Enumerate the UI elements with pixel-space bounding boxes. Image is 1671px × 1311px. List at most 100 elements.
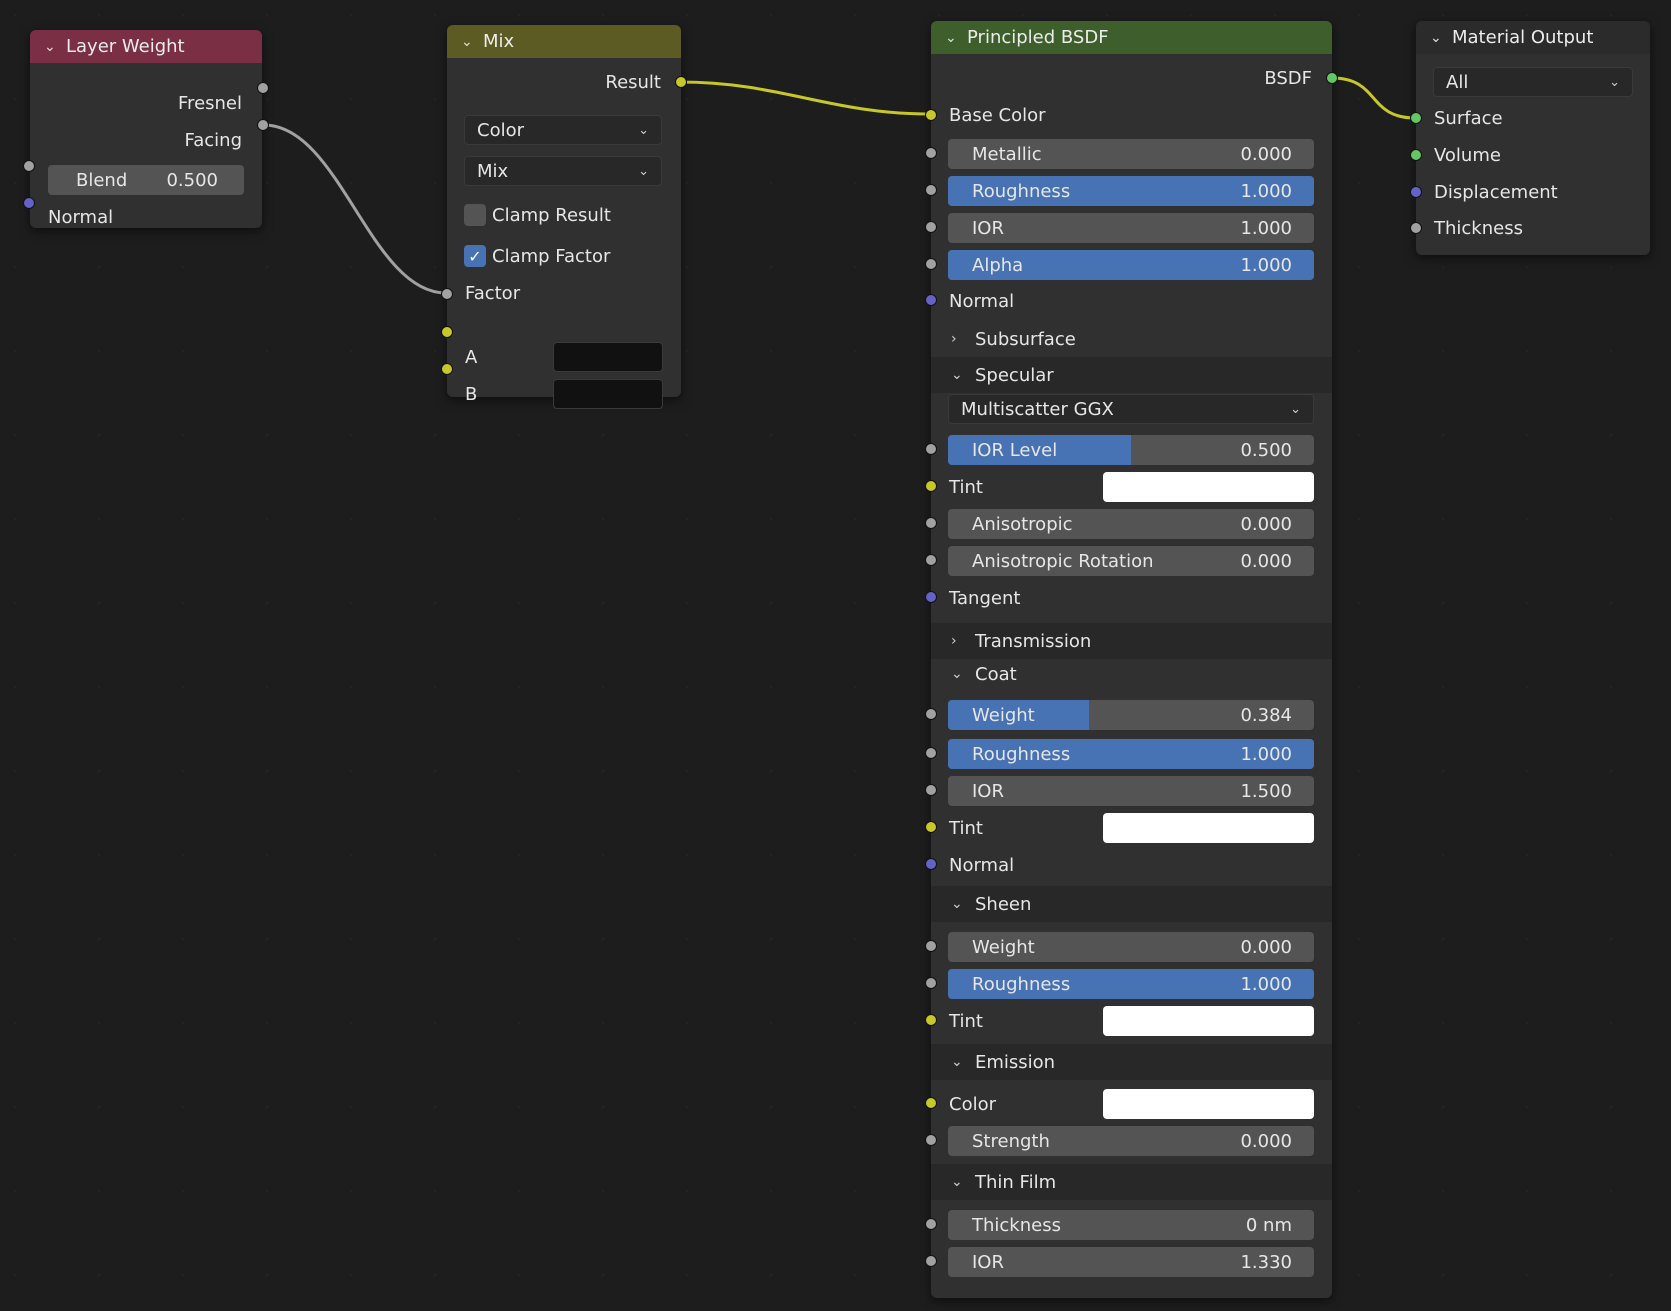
collapse-chevron-icon[interactable]: ⌄ [945, 30, 967, 46]
collapse-chevron-icon[interactable]: ⌄ [44, 39, 66, 55]
color-b-swatch[interactable] [553, 379, 663, 409]
socket-alpha-in[interactable] [925, 258, 937, 270]
clamp-result-checkbox[interactable] [464, 204, 486, 226]
sheen-roughness-slider[interactable]: Roughness 1.000 [948, 969, 1314, 999]
socket-tangent-in[interactable] [925, 591, 937, 603]
sheen-tint-swatch[interactable] [1103, 1006, 1314, 1036]
socket-fresnel-out[interactable] [257, 82, 269, 94]
clamp-factor-checkbox[interactable]: ✓ [464, 245, 486, 267]
ior-slider[interactable]: IOR 1.000 [948, 213, 1314, 243]
metallic-label: Metallic [972, 143, 1042, 165]
data-type-dropdown[interactable]: Color ⌄ [464, 115, 662, 145]
sheen-weight-slider[interactable]: Weight 0.000 [948, 932, 1314, 962]
chevron-down-icon: ⌄ [638, 122, 649, 138]
collapse-chevron-icon[interactable]: ⌄ [1430, 30, 1452, 46]
socket-volume-in[interactable] [1410, 149, 1422, 161]
output-label-result: Result [605, 71, 661, 93]
input-label-normal: Normal [48, 206, 114, 228]
coat-tint-swatch[interactable] [1103, 813, 1314, 843]
coat-ior-slider[interactable]: IOR 1.500 [948, 776, 1314, 806]
layer-weight-header[interactable]: ⌄ Layer Weight [30, 30, 262, 63]
principled-bsdf-node[interactable]: ⌄ Principled BSDF BSDF Base Color Metall… [931, 21, 1332, 1298]
panel-transmission[interactable]: › Transmission [951, 626, 1091, 656]
mix-node[interactable]: ⌄ Mix Result Color ⌄ Mix ⌄ Clamp Result … [447, 25, 681, 409]
blend-slider[interactable]: Blend 0.500 [48, 165, 244, 195]
node-title: Principled BSDF [967, 27, 1109, 48]
layer-weight-node[interactable]: ⌄ Layer Weight Fresnel Facing Blend 0.50… [30, 30, 262, 228]
emission-strength-slider[interactable]: Strength 0.000 [948, 1126, 1314, 1156]
socket-coat-roughness-in[interactable] [925, 747, 937, 759]
socket-emission-strength-in[interactable] [925, 1134, 937, 1146]
socket-a-in[interactable] [441, 326, 453, 338]
socket-b-in[interactable] [441, 363, 453, 375]
clamp-factor-option[interactable]: ✓ Clamp Factor [464, 241, 610, 271]
socket-factor-in[interactable] [441, 288, 453, 300]
coat-ior-label: IOR [972, 780, 1004, 802]
panel-subsurface[interactable]: › Subsurface [951, 324, 1076, 354]
thin-film-ior-slider[interactable]: IOR 1.330 [948, 1247, 1314, 1277]
specular-tint-swatch[interactable] [1103, 472, 1314, 502]
socket-normal-in[interactable] [925, 294, 937, 306]
socket-coat-ior-in[interactable] [925, 784, 937, 796]
socket-thin-film-ior-in[interactable] [925, 1255, 937, 1267]
panel-emission[interactable]: ⌄ Emission [951, 1047, 1055, 1077]
roughness-slider[interactable]: Roughness 1.000 [948, 176, 1314, 206]
socket-metallic-in[interactable] [925, 147, 937, 159]
color-a-swatch[interactable] [553, 342, 663, 372]
blend-mode-dropdown[interactable]: Mix ⌄ [464, 156, 662, 186]
input-label-specular-tint: Tint [949, 476, 983, 498]
panel-specular[interactable]: ⌄ Specular [951, 360, 1054, 390]
alpha-slider[interactable]: Alpha 1.000 [948, 250, 1314, 280]
collapse-chevron-icon[interactable]: ⌄ [461, 34, 483, 50]
socket-sheen-weight-in[interactable] [925, 940, 937, 952]
ior-label: IOR [972, 217, 1004, 239]
socket-thickness-in[interactable] [1410, 222, 1422, 234]
socket-blend-in[interactable] [23, 160, 35, 172]
metallic-slider[interactable]: Metallic 0.000 [948, 139, 1314, 169]
chevron-down-icon: ⌄ [1609, 74, 1620, 90]
socket-roughness-in[interactable] [925, 184, 937, 196]
principled-header[interactable]: ⌄ Principled BSDF [931, 21, 1332, 54]
socket-coat-normal-in[interactable] [925, 858, 937, 870]
alpha-value: 1.000 [1240, 254, 1292, 276]
socket-thin-film-thickness-in[interactable] [925, 1218, 937, 1230]
socket-sheen-roughness-in[interactable] [925, 977, 937, 989]
panel-coat[interactable]: ⌄ Coat [951, 659, 1017, 689]
socket-ior-level-in[interactable] [925, 443, 937, 455]
socket-result-out[interactable] [675, 76, 687, 88]
panel-thin-film[interactable]: ⌄ Thin Film [951, 1167, 1056, 1197]
socket-specular-tint-in[interactable] [925, 480, 937, 492]
coat-weight-slider[interactable]: Weight 0.384 [948, 700, 1314, 730]
socket-surface-in[interactable] [1410, 112, 1422, 124]
material-output-header[interactable]: ⌄ Material Output [1416, 21, 1650, 54]
thin-film-thickness-value: 0 nm [1245, 1214, 1292, 1236]
anisotropic-slider[interactable]: Anisotropic 0.000 [948, 509, 1314, 539]
socket-facing-out[interactable] [257, 119, 269, 131]
socket-normal-in[interactable] [23, 197, 35, 209]
socket-ior-in[interactable] [925, 221, 937, 233]
ior-level-slider[interactable]: IOR Level 0.500 [948, 435, 1314, 465]
thin-film-thickness-slider[interactable]: Thickness 0 nm [948, 1210, 1314, 1240]
coat-roughness-value: 1.000 [1240, 743, 1292, 765]
material-output-node[interactable]: ⌄ Material Output All ⌄ Surface Volume D… [1416, 21, 1650, 255]
socket-emission-color-in[interactable] [925, 1097, 937, 1109]
socket-anisotropic-in[interactable] [925, 517, 937, 529]
emission-color-swatch[interactable] [1103, 1089, 1314, 1119]
clamp-result-option[interactable]: Clamp Result [464, 200, 611, 230]
socket-displacement-in[interactable] [1410, 186, 1422, 198]
node-title: Layer Weight [66, 36, 185, 57]
socket-base-color-in[interactable] [925, 109, 937, 121]
socket-coat-tint-in[interactable] [925, 821, 937, 833]
distribution-dropdown[interactable]: Multiscatter GGX ⌄ [948, 394, 1314, 424]
panel-sheen[interactable]: ⌄ Sheen [951, 889, 1031, 919]
render-target-dropdown[interactable]: All ⌄ [1433, 67, 1633, 97]
sheen-weight-label: Weight [972, 936, 1035, 958]
coat-roughness-slider[interactable]: Roughness 1.000 [948, 739, 1314, 769]
socket-bsdf-out[interactable] [1326, 72, 1338, 84]
socket-anisotropic-rotation-in[interactable] [925, 554, 937, 566]
socket-coat-weight-in[interactable] [925, 708, 937, 720]
mix-header[interactable]: ⌄ Mix [447, 25, 681, 58]
socket-sheen-tint-in[interactable] [925, 1014, 937, 1026]
anisotropic-rotation-slider[interactable]: Anisotropic Rotation 0.000 [948, 546, 1314, 576]
emission-strength-label: Strength [972, 1130, 1050, 1152]
